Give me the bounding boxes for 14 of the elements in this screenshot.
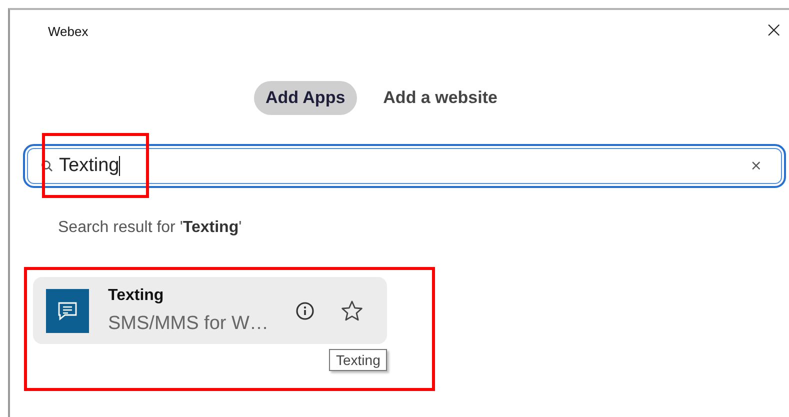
tab[interactable]: Add a website [371, 81, 510, 115]
app-description: SMS/MMS for W… [108, 312, 270, 334]
window-title: Webex [48, 24, 88, 38]
search-icon [41, 160, 53, 172]
app-title: Texting [108, 286, 165, 304]
search-field[interactable]: Texting × [23, 144, 786, 188]
chat-icon [46, 288, 89, 332]
close-button[interactable]: × [764, 20, 783, 42]
clear-button[interactable]: × [744, 157, 768, 175]
info-icon[interactable] [294, 300, 316, 322]
result-heading: Search result for 'Texting' [58, 219, 243, 237]
star-icon[interactable] [340, 298, 364, 322]
tooltip: Texting [329, 349, 388, 371]
tab[interactable]: Add Apps [254, 81, 358, 115]
